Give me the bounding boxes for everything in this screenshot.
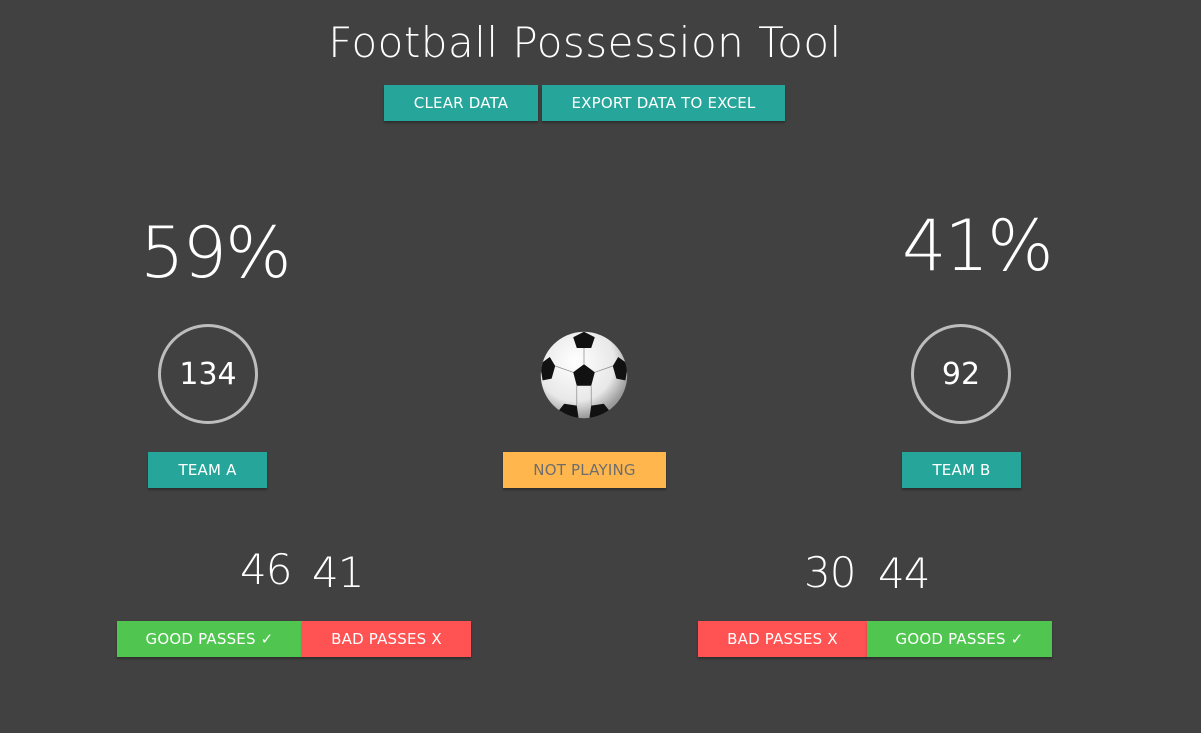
- team-b-button[interactable]: TEAM B: [902, 452, 1021, 488]
- status-button[interactable]: NOT PLAYING: [503, 452, 666, 488]
- soccer-ball-icon: [540, 331, 628, 419]
- team-a-bad-passes-count: 41: [312, 548, 364, 597]
- team-b-good-passes-count: 44: [878, 549, 930, 598]
- team-b-possession-percent: 41%: [902, 205, 1054, 287]
- page: Football Possession Tool CLEAR DATA EXPO…: [0, 0, 1201, 733]
- team-a-bad-passes-button[interactable]: BAD PASSES X: [302, 621, 471, 657]
- team-a-good-passes-count: 46: [240, 545, 292, 594]
- team-b-bad-passes-button[interactable]: BAD PASSES X: [698, 621, 867, 657]
- team-b-possession-count: 92: [911, 324, 1011, 424]
- team-b-good-passes-button[interactable]: GOOD PASSES ✓: [867, 621, 1052, 657]
- clear-data-button[interactable]: CLEAR DATA: [384, 85, 538, 121]
- team-a-possession-percent: 59%: [140, 212, 292, 294]
- page-title: Football Possession Tool: [328, 18, 842, 67]
- export-excel-button[interactable]: EXPORT DATA TO EXCEL: [542, 85, 785, 121]
- team-a-button[interactable]: TEAM A: [148, 452, 267, 488]
- team-b-bad-passes-count: 30: [804, 548, 856, 597]
- team-a-possession-count: 134: [158, 324, 258, 424]
- team-a-good-passes-button[interactable]: GOOD PASSES ✓: [117, 621, 302, 657]
